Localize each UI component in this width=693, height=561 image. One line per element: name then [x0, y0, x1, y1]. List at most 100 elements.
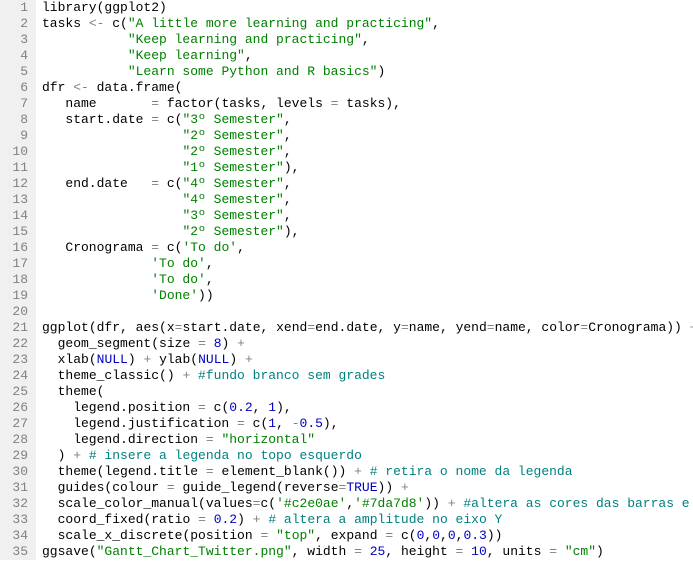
code-line[interactable]: 'Done')) [42, 288, 693, 304]
token-fn: theme_classic [58, 368, 159, 383]
token-arg [42, 32, 128, 47]
line-number: 21 [4, 320, 28, 336]
token-str: "3º Semester" [182, 208, 283, 223]
code-line[interactable] [42, 304, 693, 320]
line-number: 17 [4, 256, 28, 272]
token-par: ) [377, 64, 385, 79]
line-number: 31 [4, 480, 28, 496]
token-fn: c [245, 416, 261, 431]
line-number-gutter: 1234567891011121314151617181920212223242… [0, 0, 36, 560]
code-line[interactable]: "Learn some Python and R basics") [42, 64, 693, 80]
token-arg: colour [112, 480, 167, 495]
token-fn: guide_legend [175, 480, 276, 495]
code-line[interactable]: "Keep learning", [42, 48, 693, 64]
code-line[interactable]: start.date = c("3º Semester", [42, 112, 693, 128]
token-par: )) [198, 288, 214, 303]
token-arg [42, 352, 58, 367]
token-cmt: # insere a legenda no topo esquerdo [89, 448, 362, 463]
token-arg: Cronograma [588, 320, 666, 335]
code-line[interactable]: tasks <- c("A little more learning and p… [42, 16, 693, 32]
token-arg [42, 368, 58, 383]
code-line[interactable]: ) + # insere a legenda no topo esquerdo [42, 448, 693, 464]
code-line[interactable]: theme( [42, 384, 693, 400]
token-fn: library [42, 0, 97, 15]
code-line[interactable]: "Keep learning and practicing", [42, 32, 693, 48]
code-line[interactable]: dfr <- data.frame( [42, 80, 693, 96]
code-line[interactable]: ggplot(dfr, aes(x=start.date, xend=end.d… [42, 320, 693, 336]
token-arg: legend.title [104, 464, 205, 479]
token-par: () [159, 368, 175, 383]
token-arg [42, 208, 182, 223]
line-number: 9 [4, 128, 28, 144]
token-arg: width [307, 544, 354, 559]
token-fn: scale_x_discrete [58, 528, 183, 543]
code-line[interactable]: Cronograma = c('To do', [42, 240, 693, 256]
code-line[interactable]: scale_color_manual(values=c('#c2e0ae','#… [42, 496, 693, 512]
token-par: ) [596, 544, 604, 559]
token-par: , [346, 496, 354, 511]
token-fn: c [159, 176, 175, 191]
token-arg [42, 128, 182, 143]
token-par: , [487, 544, 503, 559]
code-area[interactable]: library(ggplot2)tasks <- c("A little mor… [36, 0, 693, 560]
token-op: + [136, 352, 159, 367]
code-line[interactable]: name = factor(tasks, levels = tasks), [42, 96, 693, 112]
line-number: 4 [4, 48, 28, 64]
code-line[interactable]: legend.direction = "horizontal" [42, 432, 693, 448]
code-line[interactable]: 'To do', [42, 256, 693, 272]
code-line[interactable]: guides(colour = guide_legend(reverse=TRU… [42, 480, 693, 496]
token-num: 0 [432, 528, 440, 543]
token-par: )) [378, 480, 394, 495]
code-line[interactable]: "1º Semester"), [42, 160, 693, 176]
code-line[interactable]: "2º Semester"), [42, 224, 693, 240]
token-fn: factor [159, 96, 214, 111]
token-arg: height [401, 544, 456, 559]
token-fn: c [159, 112, 175, 127]
token-str: "2º Semester" [182, 224, 283, 239]
code-line[interactable]: legend.justification = c(1, -0.5), [42, 416, 693, 432]
token-arg: ratio [151, 512, 198, 527]
code-line[interactable]: theme(legend.title = element_blank()) + … [42, 464, 693, 480]
token-par: ( [151, 336, 159, 351]
line-number: 6 [4, 80, 28, 96]
token-fn: theme [58, 384, 97, 399]
code-line[interactable]: geom_segment(size = 8) + [42, 336, 693, 352]
token-par: , [385, 544, 401, 559]
line-number: 13 [4, 192, 28, 208]
token-op: = [206, 432, 214, 447]
token-num: 1 [268, 416, 276, 431]
code-line[interactable]: xlab(NULL) + ylab(NULL) + [42, 352, 693, 368]
token-arg: name [42, 96, 151, 111]
code-line[interactable]: coord_fixed(ratio = 0.2) + # altera a am… [42, 512, 693, 528]
code-line[interactable]: "4º Semester", [42, 192, 693, 208]
code-line[interactable]: "2º Semester", [42, 128, 693, 144]
token-par: )) [424, 496, 440, 511]
token-par: ( [89, 352, 97, 367]
code-line[interactable]: 'To do', [42, 272, 693, 288]
token-arg: reverse [284, 480, 339, 495]
token-par: , [284, 128, 292, 143]
code-line[interactable]: library(ggplot2) [42, 0, 693, 16]
code-line[interactable]: theme_classic() + #fundo branco sem grad… [42, 368, 693, 384]
code-line[interactable]: end.date = c("4º Semester", [42, 176, 693, 192]
token-fn: c [393, 528, 409, 543]
token-op: = [198, 400, 206, 415]
token-op: = [401, 320, 409, 335]
token-par: )) [666, 320, 682, 335]
code-line[interactable]: "3º Semester", [42, 208, 693, 224]
code-line[interactable]: legend.position = c(0.2, 1), [42, 400, 693, 416]
code-line[interactable]: ggsave("Gantt_Chart_Twitter.png", width … [42, 544, 693, 560]
token-str: "Learn some Python and R basics" [128, 64, 378, 79]
line-number: 35 [4, 544, 28, 560]
token-arg: tasks [42, 16, 89, 31]
token-fn: theme [58, 464, 97, 479]
code-line[interactable]: "2º Semester", [42, 144, 693, 160]
token-arg: name, color [495, 320, 581, 335]
token-cmt: #altera as cores das barras e legenda [463, 496, 693, 511]
token-fn: aes [136, 320, 159, 335]
code-line[interactable]: scale_x_discrete(position = "top", expan… [42, 528, 693, 544]
token-str: '#7da7d8' [354, 496, 424, 511]
token-op: = [151, 96, 159, 111]
token-num: 25 [370, 544, 386, 559]
token-par: , [245, 48, 253, 63]
